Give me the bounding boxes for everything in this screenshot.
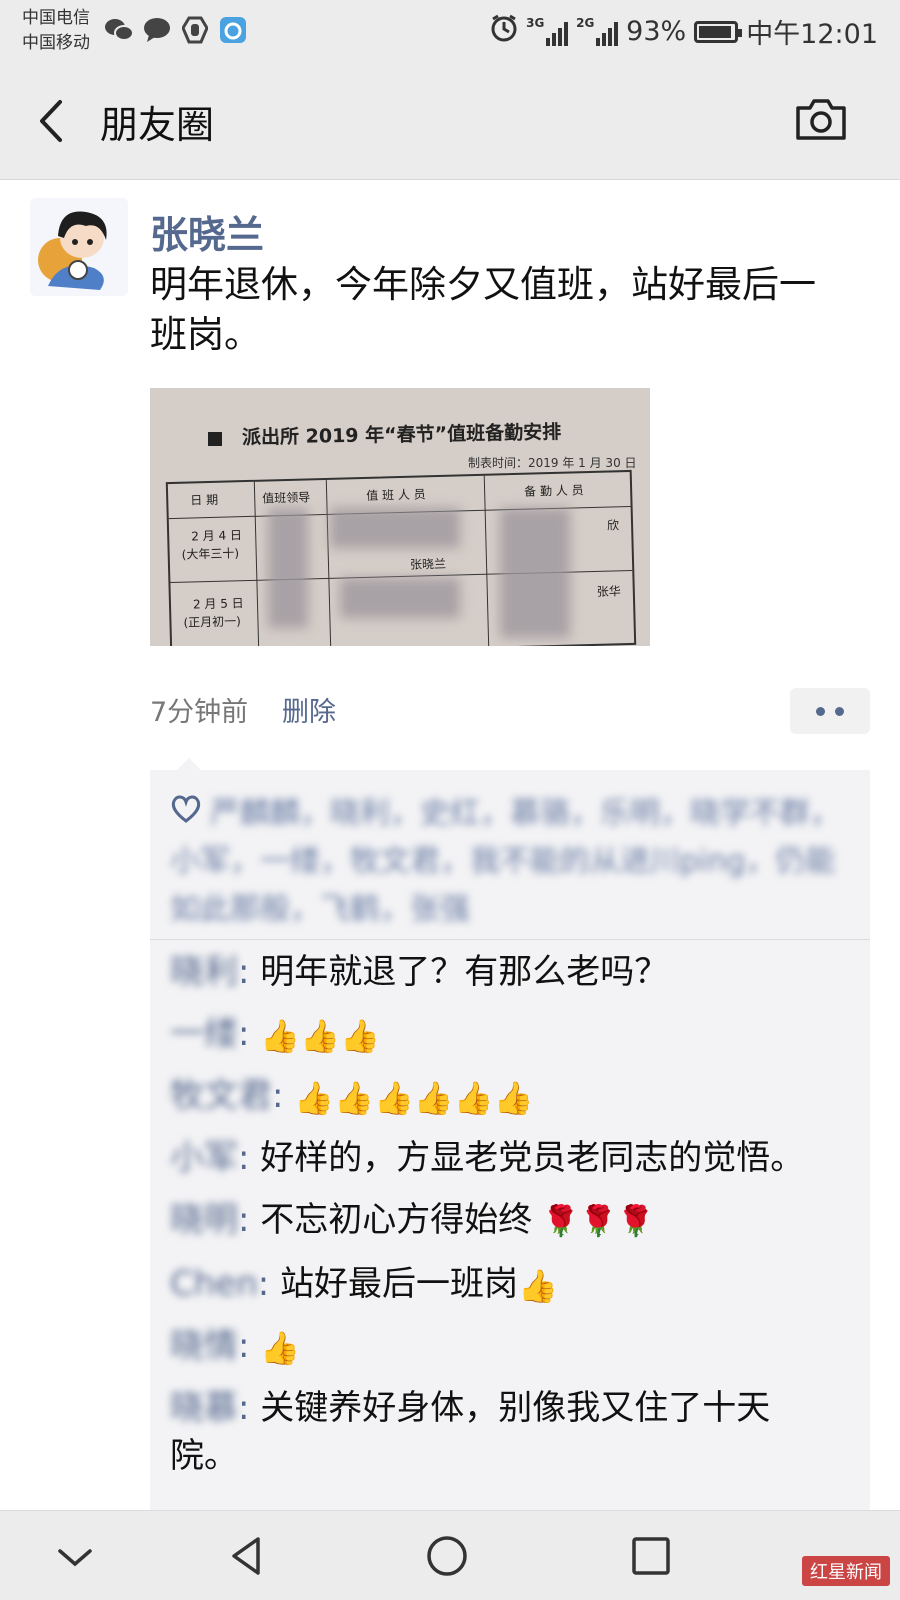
doc-header-leader: 值班领导 [262, 490, 311, 506]
status-right: 3G 2G 93% 中午12:01 [490, 12, 878, 51]
heart-icon [171, 795, 201, 823]
mosaic-blur [268, 508, 308, 628]
comment-text: 关键养好身体，别像我又住了十天院。 [170, 1388, 771, 1476]
mosaic-blur [330, 508, 460, 548]
mosaic-blur [340, 578, 460, 618]
page-title: 朋友圈 [100, 103, 215, 147]
battery-icon [694, 20, 743, 43]
system-nav-bar [0, 1510, 900, 1600]
post-text: 明年退休，今年除夕又值班，站好最后一班岗。 [150, 263, 816, 356]
nav-recents-button[interactable] [626, 1531, 676, 1581]
doc-row1-date: 2 月 4 日 [191, 528, 243, 544]
home-circle-icon [427, 1536, 467, 1576]
comment-list: 晓利: 明年就退了？有那么老吗？ 一缕: 👍👍👍 牧文君: 👍👍👍👍👍👍 小军: 好样… [170, 948, 830, 1494]
post-author-name[interactable]: 张晓兰 [150, 204, 264, 259]
notification-icons [104, 16, 248, 44]
status-time: 中午12:01 [746, 19, 878, 50]
camera-icon [796, 99, 846, 140]
comment-item[interactable]: 晓情: 👍 [170, 1322, 830, 1370]
shield-hand-icon [180, 16, 210, 44]
recents-square-icon [632, 1537, 670, 1575]
doc-date: 制表时间：2019 年 1 月 30 日 [468, 456, 637, 470]
back-button[interactable] [30, 96, 80, 146]
doc-header-date: 日 期 [190, 492, 219, 508]
comment-item[interactable]: Chen: 站好最后一班岗👍 [170, 1260, 830, 1308]
signal-2g-icon: 2G [576, 16, 619, 46]
nav-collapse-button[interactable] [50, 1531, 100, 1581]
cartoon-boy-avatar-icon [30, 198, 128, 296]
liker-names[interactable]: 严麟麟，晓利，史红，慕骆，乐明，晓学不群，小军，一缕，牧文君，我不能的从进川pi… [170, 790, 850, 934]
post-image[interactable]: 派出所 2019 年“春节”值班备勤安排 制表时间：2019 年 1 月 30 … [150, 388, 650, 646]
nav-back-button[interactable] [222, 1531, 272, 1581]
dot-icon [835, 706, 844, 716]
wechat-icon [104, 16, 134, 44]
comment-item[interactable]: 晓慕: 关键养好身体，别像我又住了十天院。 [170, 1384, 830, 1480]
comment-colon: : [257, 1264, 281, 1304]
post-time: 7分钟前 [150, 697, 249, 728]
comment-text: 站好最后一班岗 [280, 1264, 519, 1304]
thumbs-up-emoji-icon: 👍👍👍👍👍👍 [294, 1079, 534, 1117]
comment-author[interactable]: 晓明 [170, 1196, 238, 1244]
comment-item[interactable]: 牧文君: 👍👍👍👍👍👍 [170, 1072, 830, 1120]
status-bar: 中国电信 中国移动 3G 2G 93% 中午12:01 [0, 0, 900, 64]
nav-home-button[interactable] [422, 1531, 472, 1581]
dot-icon [816, 706, 825, 716]
comment-author[interactable]: 小军 [170, 1134, 238, 1182]
doc-row2-note: (正月初一) [183, 614, 242, 630]
mosaic-blur [500, 508, 570, 638]
back-triangle-icon [232, 1537, 260, 1575]
signal-3g-icon: 3G [526, 16, 569, 46]
comment-colon: : [238, 1326, 261, 1366]
redaction-mark [208, 432, 222, 446]
doc-header-standby: 备 勤 人 员 [523, 483, 584, 499]
carrier-2: 中国移动 [22, 33, 90, 53]
carrier-1: 中国电信 [22, 8, 90, 28]
comment-colon: : [238, 1014, 261, 1054]
comment-box: 严麟麟，晓利，史红，慕骆，乐明，晓学不群，小军，一缕，牧文君，我不能的从进川pi… [150, 770, 870, 1510]
more-options-button[interactable] [790, 688, 870, 734]
carriers: 中国电信 中国移动 [22, 6, 90, 56]
doc-visible-name: 张晓兰 [409, 556, 447, 572]
comment-author[interactable]: 一缕 [170, 1010, 238, 1058]
battery-percent: 93% [626, 16, 687, 47]
comment-text: 明年就退了？有那么老吗？ [260, 952, 669, 992]
thumbs-up-emoji-icon: 👍 [260, 1329, 301, 1367]
camera-button[interactable] [794, 96, 848, 142]
doc-header-duty: 值 班 人 员 [366, 487, 426, 503]
thumbs-up-emoji-icon: 👍 [518, 1267, 558, 1305]
doc-row1-note: (大年三十) [181, 546, 240, 562]
comment-author[interactable]: 牧文君 [170, 1072, 272, 1120]
doc-fragment-1: 欣 [606, 518, 620, 533]
doc-fragment-2: 张华 [596, 584, 622, 599]
comment-author[interactable]: 晓慕 [170, 1384, 238, 1432]
chat-bubble-icon [142, 16, 172, 44]
chevron-left-icon [40, 100, 62, 142]
watermark: 红星新闻 [802, 1556, 890, 1586]
comment-colon: : [238, 1138, 261, 1178]
thumbs-up-emoji-icon: 👍👍👍 [260, 1017, 380, 1055]
alarm-icon [490, 14, 518, 49]
comment-text: 不忘初心方得始终 [260, 1200, 533, 1240]
chevron-down-icon [58, 1549, 92, 1567]
likes-section: 严麟麟，晓利，史红，慕骆，乐明，晓学不群，小军，一缕，牧文君，我不能的从进川pi… [150, 770, 870, 940]
comment-item[interactable]: 小军: 好样的，方显老党员老同志的觉悟。 [170, 1134, 830, 1182]
comment-author[interactable]: Chen [170, 1260, 258, 1308]
comment-author[interactable]: 晓利 [170, 948, 238, 996]
comment-colon: : [272, 1076, 295, 1116]
rose-emoji-icon: 🌹🌹🌹 [542, 1204, 655, 1239]
avatar[interactable] [30, 198, 128, 296]
title-bar: 朋友圈 [0, 64, 900, 180]
doc-title: 派出所 2019 年“春节”值班备勤安排 [241, 421, 562, 449]
comment-item[interactable]: 一缕: 👍👍👍 [170, 1010, 830, 1058]
comment-colon: : [238, 952, 261, 992]
comment-colon: : [238, 1200, 261, 1240]
delete-link[interactable]: 删除 [282, 690, 336, 729]
app-icon [218, 16, 248, 44]
comment-colon: : [238, 1388, 261, 1428]
comment-author[interactable]: 晓情 [170, 1322, 238, 1370]
comment-item[interactable]: 晓明: 不忘初心方得始终 🌹🌹🌹 [170, 1196, 830, 1246]
doc-row2-date: 2 月 5 日 [192, 596, 244, 612]
comment-text: 好样的，方显老党员老同志的觉悟。 [260, 1138, 805, 1178]
comment-item[interactable]: 晓利: 明年就退了？有那么老吗？ [170, 948, 830, 996]
